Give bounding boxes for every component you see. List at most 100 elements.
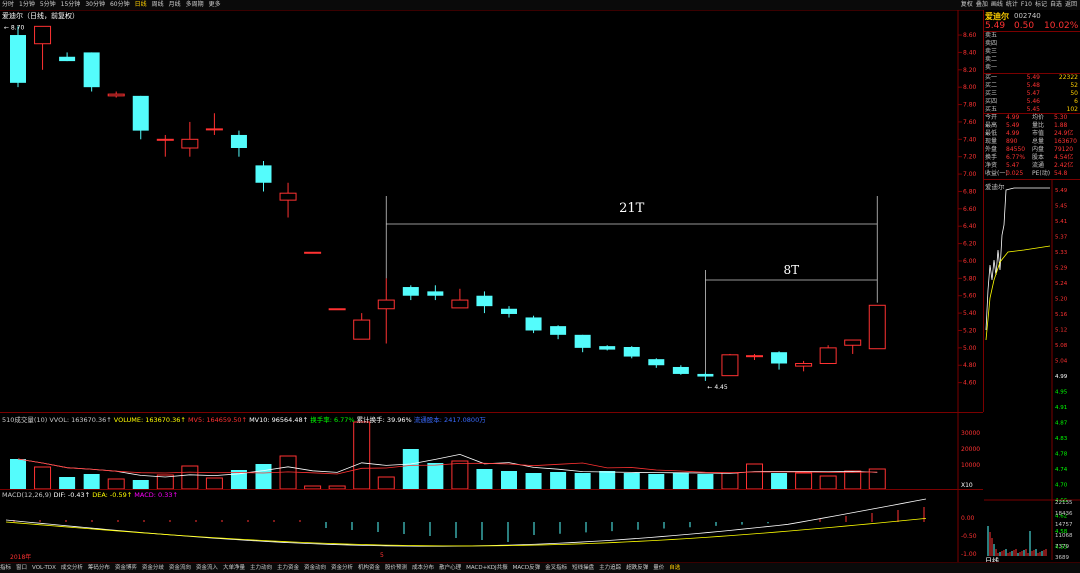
period-tab-1[interactable]: 1分钟: [19, 1, 35, 8]
candle-body[interactable]: [377, 299, 395, 310]
vvol-value: VVOL: 163670.36↑: [49, 416, 112, 424]
quote-stat-value: 6.77%: [1006, 154, 1026, 161]
indicator-tab-13[interactable]: 资金分析: [331, 565, 353, 571]
indicator-tab-12[interactable]: 资金动向: [304, 565, 326, 571]
period-tab-4[interactable]: 30分钟: [85, 1, 105, 8]
indicator-tab-23[interactable]: 超跌反弹: [626, 565, 648, 571]
macd-panel[interactable]: 0.00 -0.50 -1.00 MACD(12,26,9) DIF: -0.43↑…: [0, 489, 983, 562]
macd-axis-label: -1.00: [961, 551, 977, 558]
indicator-tab-22[interactable]: 主力追踪: [599, 565, 621, 571]
candle-body[interactable]: [451, 299, 469, 309]
tool-button-0[interactable]: 复权: [961, 1, 973, 8]
intraday-axis-label: 5.29: [1055, 266, 1068, 272]
indicator-tab-16[interactable]: 成本分布: [412, 565, 434, 571]
candle-body[interactable]: [83, 52, 100, 88]
tool-button-5[interactable]: 标记: [1035, 1, 1047, 8]
price-axis-label: 6.00: [963, 258, 977, 265]
volume-panel[interactable]: 30000 20000 10000 X10 510成交量(10) VVOL: 1636…: [0, 412, 983, 490]
candle-body[interactable]: [230, 134, 247, 148]
candle-body[interactable]: [279, 192, 297, 201]
quote-stat-row: 换手 6.77% 股本 4.54亿: [984, 154, 1080, 162]
candle-body[interactable]: [819, 347, 837, 365]
ask-row: 卖四: [984, 40, 1080, 48]
tool-button-4[interactable]: F10: [1021, 1, 1032, 8]
period-tab-5[interactable]: 60分钟: [110, 1, 130, 8]
indicator-tab-7[interactable]: 资金流向: [169, 565, 191, 571]
indicator-tab-0[interactable]: 指标: [0, 565, 11, 571]
price-axis-label: 7.40: [963, 136, 977, 143]
candle-body[interactable]: [59, 56, 76, 62]
indicator-tab-8[interactable]: 资金流入: [196, 565, 218, 571]
volume-bar: [451, 460, 469, 490]
indicator-tab-2[interactable]: VOL-TDX: [32, 565, 56, 571]
candle-body[interactable]: [550, 326, 567, 335]
candle-body[interactable]: [746, 355, 763, 358]
candle-body[interactable]: [132, 95, 149, 131]
indicator-tab-18[interactable]: MACD+KDJ共振: [466, 565, 508, 571]
period-tab-7[interactable]: 周线: [152, 1, 164, 8]
tool-button-3[interactable]: 统计: [1006, 1, 1018, 8]
period-tab-6[interactable]: 日线: [135, 1, 147, 8]
period-tab-9[interactable]: 多周期: [186, 1, 204, 8]
candle-body[interactable]: [623, 346, 640, 357]
candle-body[interactable]: [648, 359, 665, 366]
candle-body[interactable]: [10, 35, 26, 83]
candle-body[interactable]: [501, 308, 517, 314]
quote-stat-label: 最高: [985, 122, 998, 129]
indicator-tab-3[interactable]: 成交分析: [61, 565, 83, 571]
candle-body[interactable]: [599, 346, 616, 350]
candle-body[interactable]: [476, 295, 493, 307]
candle-body[interactable]: [328, 308, 346, 311]
indicator-tab-4[interactable]: 筹码分布: [88, 565, 110, 571]
candle-body[interactable]: [795, 363, 813, 367]
period-tab-10[interactable]: 更多: [209, 1, 221, 8]
cum-turnover-value: 累计换手: 39.96%: [356, 416, 412, 424]
candle-body[interactable]: [672, 366, 689, 374]
candle-body[interactable]: [574, 334, 591, 348]
indicator-tab-25[interactable]: 自选: [669, 565, 680, 571]
indicator-tab-20[interactable]: 金叉指标: [545, 565, 567, 571]
indicator-tab-15[interactable]: 股价预测: [385, 565, 407, 571]
period-tab-8[interactable]: 月线: [169, 1, 181, 8]
candle-body[interactable]: [844, 339, 862, 346]
candle-body[interactable]: [255, 165, 272, 183]
period-tab-0[interactable]: 分时: [2, 1, 14, 8]
volume-bar: [501, 471, 517, 489]
intraday-chart[interactable]: 5.49 5.45 5.41 5.37 5.33 5.29 5.24 5.20 5.16 5.12…: [984, 180, 1080, 560]
candle-body[interactable]: [304, 251, 322, 254]
candle-body[interactable]: [34, 25, 52, 45]
candle-body[interactable]: [868, 304, 886, 350]
candle-body[interactable]: [353, 319, 371, 340]
indicator-tab-5[interactable]: 资金博弈: [115, 565, 137, 571]
indicator-tab-19[interactable]: MACD反弹: [513, 565, 541, 571]
indicator-tab-24[interactable]: 量价: [653, 565, 664, 571]
candle-body[interactable]: [181, 138, 199, 149]
candle-body[interactable]: [525, 317, 542, 331]
indicator-tab-10[interactable]: 主力动向: [250, 565, 272, 571]
tool-button-7[interactable]: 返回: [1065, 1, 1077, 8]
tool-button-2[interactable]: 画线: [991, 1, 1003, 8]
candle-body[interactable]: [107, 93, 125, 97]
bid-row: 买四 5.46 6: [984, 98, 1080, 106]
candle-body[interactable]: [402, 287, 419, 296]
candlestick-chart[interactable]: 8.60 8.40 8.20 8.00 7.80 7.60 7.40 7.20 7.00 6.80…: [0, 10, 984, 412]
candle-body[interactable]: [771, 352, 788, 364]
candle-body[interactable]: [205, 128, 223, 131]
ask-row: 卖二: [984, 56, 1080, 64]
indicator-tab-6[interactable]: 资金分歧: [142, 565, 164, 571]
indicator-tab-1[interactable]: 窗口: [16, 565, 27, 571]
candle-body[interactable]: [156, 138, 174, 141]
indicator-tab-14[interactable]: 机构资金: [358, 565, 380, 571]
indicator-tab-21[interactable]: 短线操盘: [572, 565, 594, 571]
indicator-tab-17[interactable]: 散户心理: [439, 565, 461, 571]
volume-bar: [107, 478, 125, 490]
period-tab-2[interactable]: 5分钟: [40, 1, 56, 8]
tool-button-6[interactable]: 自选: [1050, 1, 1062, 8]
candle-body[interactable]: [697, 373, 714, 377]
candle-body[interactable]: [427, 291, 444, 296]
tool-button-1[interactable]: 叠加: [976, 1, 988, 8]
candle-body[interactable]: [721, 354, 739, 377]
indicator-tab-11[interactable]: 主力资金: [277, 565, 299, 571]
period-tab-3[interactable]: 15分钟: [61, 1, 81, 8]
indicator-tab-9[interactable]: 大单净量: [223, 565, 245, 571]
